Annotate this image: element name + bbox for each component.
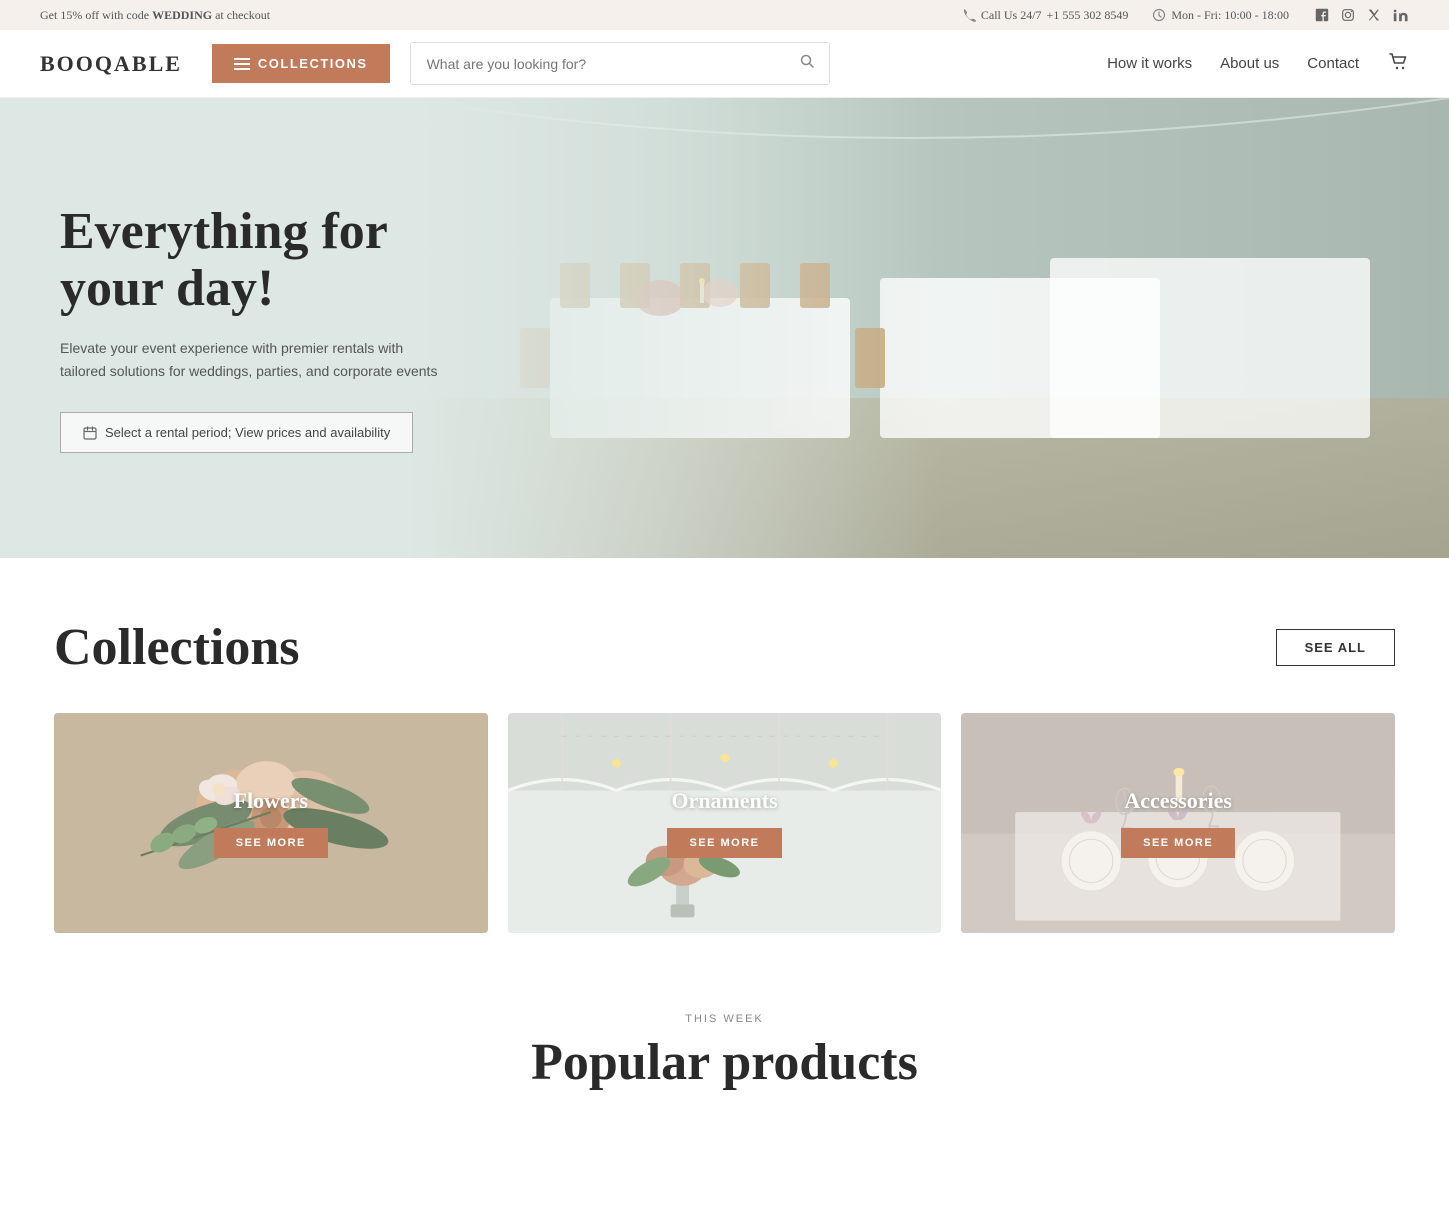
- promo-message: Get 15% off with code WEDDING at checkou…: [40, 8, 270, 23]
- this-week-section: THIS WEEK Popular products: [0, 973, 1449, 1112]
- hours-info: Mon - Fri: 10:00 - 18:00: [1152, 8, 1289, 23]
- facebook-icon[interactable]: [1313, 6, 1331, 24]
- nav-links: How it works About us Contact: [1107, 50, 1409, 78]
- social-links: [1313, 6, 1409, 24]
- top-bar-right: Call Us 24/7 +1 555 302 8549 Mon - Fri: …: [962, 6, 1409, 24]
- flowers-see-more-button[interactable]: SEE MORE: [214, 828, 328, 858]
- accessories-card-title: Accessories: [1121, 788, 1235, 814]
- flowers-card-title: Flowers: [214, 788, 328, 814]
- accessories-card-content: Accessories SEE MORE: [1121, 788, 1235, 858]
- collections-header: Collections SEE ALL: [54, 618, 1395, 677]
- accessories-see-more-button[interactable]: SEE MORE: [1121, 828, 1235, 858]
- collections-button[interactable]: COLLECTIONS: [212, 44, 390, 83]
- hero-section: Everything for your day! Elevate your ev…: [0, 98, 1449, 558]
- ornaments-see-more-button[interactable]: SEE MORE: [667, 828, 781, 858]
- flowers-card-content: Flowers SEE MORE: [214, 788, 328, 858]
- collection-card-accessories[interactable]: Accessories SEE MORE: [961, 713, 1395, 933]
- x-icon[interactable]: [1365, 6, 1383, 24]
- hamburger-icon: [234, 58, 250, 70]
- collection-card-flowers[interactable]: Flowers SEE MORE: [54, 713, 488, 933]
- this-week-label: THIS WEEK: [54, 1013, 1395, 1025]
- hero-cta-label: Select a rental period; View prices and …: [105, 425, 390, 440]
- top-bar: Get 15% off with code WEDDING at checkou…: [0, 0, 1449, 30]
- logo[interactable]: BOOQABLE: [40, 51, 182, 77]
- nav-how-it-works[interactable]: How it works: [1107, 55, 1192, 72]
- collections-title: Collections: [54, 618, 300, 677]
- phone-icon: [962, 8, 976, 22]
- search-input[interactable]: [411, 46, 785, 82]
- nav-about-us[interactable]: About us: [1220, 55, 1279, 72]
- phone-info: Call Us 24/7 +1 555 302 8549: [962, 8, 1128, 23]
- logo-text: BOOQABLE: [40, 51, 182, 76]
- popular-title: Popular products: [54, 1033, 1395, 1092]
- instagram-icon[interactable]: [1339, 6, 1357, 24]
- search-button[interactable]: [785, 43, 829, 84]
- hero-cta-button[interactable]: Select a rental period; View prices and …: [60, 412, 413, 453]
- cart-button[interactable]: [1387, 50, 1409, 78]
- collections-btn-label: COLLECTIONS: [258, 56, 368, 71]
- collections-section: Collections SEE ALL: [0, 558, 1449, 973]
- collection-card-ornaments[interactable]: Ornaments SEE MORE: [508, 713, 942, 933]
- cart-icon: [1387, 50, 1409, 72]
- collections-grid: Flowers SEE MORE: [54, 713, 1395, 933]
- nav-contact[interactable]: Contact: [1307, 55, 1359, 72]
- search-icon: [799, 53, 815, 69]
- phone-link[interactable]: +1 555 302 8549: [1047, 8, 1129, 23]
- header: BOOQABLE COLLECTIONS How it works About …: [0, 30, 1449, 98]
- ornaments-card-content: Ornaments SEE MORE: [667, 788, 781, 858]
- calendar-icon: [83, 426, 97, 440]
- linkedin-icon[interactable]: [1391, 6, 1409, 24]
- ornaments-card-title: Ornaments: [667, 788, 781, 814]
- hero-content: Everything for your day! Elevate your ev…: [0, 123, 500, 533]
- search-bar[interactable]: [410, 42, 830, 85]
- clock-icon: [1152, 8, 1166, 22]
- see-all-button[interactable]: SEE ALL: [1276, 629, 1395, 666]
- hero-subtitle: Elevate your event experience with premi…: [60, 337, 440, 382]
- hero-title: Everything for your day!: [60, 203, 440, 317]
